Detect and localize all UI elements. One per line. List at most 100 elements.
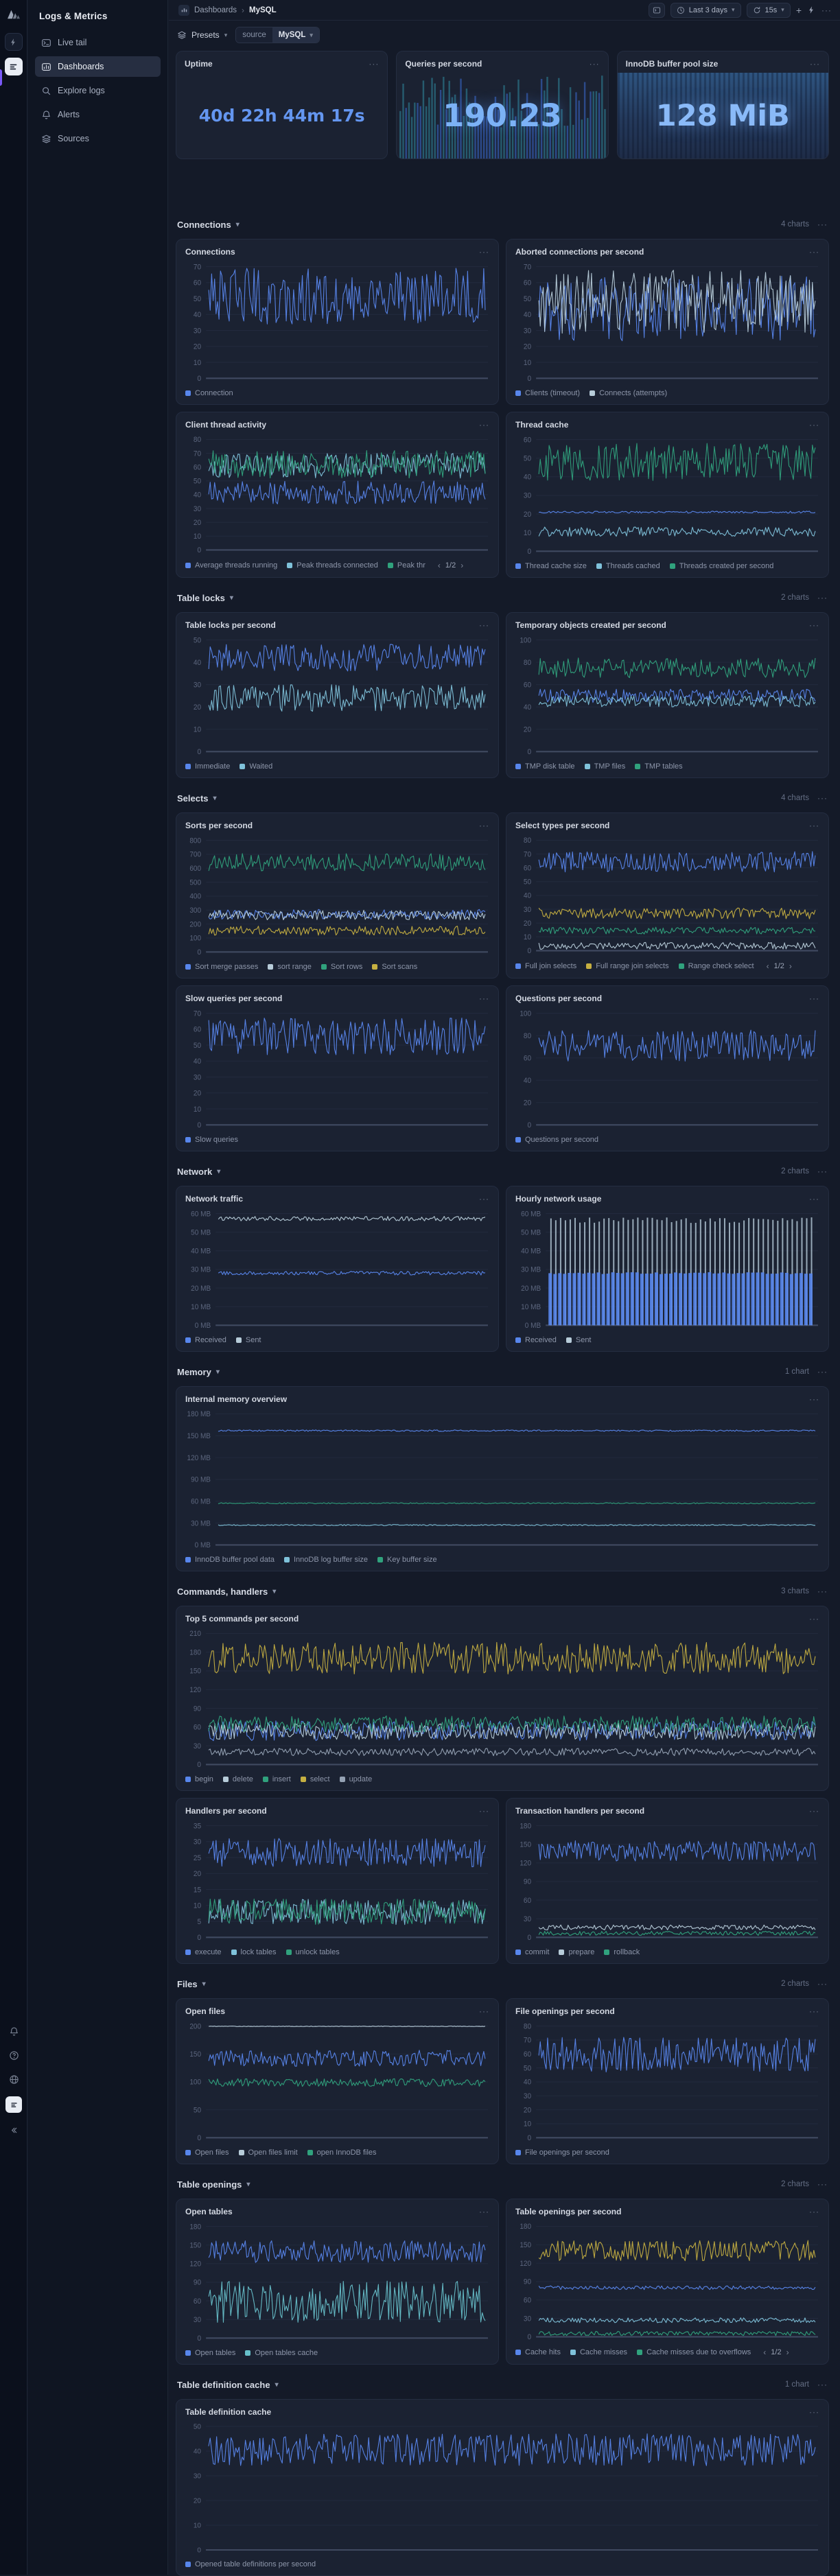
chart-plot[interactable]: 180 150 120 90 60 30 0: [515, 1820, 819, 1945]
legend-item[interactable]: Open tables cache: [245, 2349, 318, 2357]
quick-actions-button[interactable]: [807, 5, 816, 14]
legend-item[interactable]: prepare: [559, 1948, 594, 1956]
chart-plot[interactable]: 180 150 120 90 60 30 0: [185, 2221, 489, 2345]
add-panel-button[interactable]: +: [796, 5, 802, 16]
legend-next-page-button[interactable]: ›: [460, 561, 463, 570]
filter-value[interactable]: MySQL ▾: [272, 27, 319, 43]
panel-menu-button[interactable]: ···: [479, 994, 489, 1003]
legend-item[interactable]: Threads cached: [596, 562, 660, 570]
source-filter-chip[interactable]: source MySQL ▾: [235, 27, 320, 43]
panel-menu-button[interactable]: ···: [369, 60, 379, 68]
chart-plot[interactable]: 200 150 100 50 0: [185, 2020, 489, 2145]
legend-item[interactable]: Cache misses: [570, 2348, 627, 2356]
sidebar-item-alerts[interactable]: Alerts: [35, 104, 161, 125]
chart-plot[interactable]: 100 80 60 40 20 0: [515, 634, 819, 759]
legend-item[interactable]: Thread cache size: [515, 562, 587, 570]
refresh-interval-picker[interactable]: 15s ▾: [746, 2, 791, 18]
section-collapse-toggle[interactable]: Memory ▾: [177, 1367, 220, 1377]
legend-item[interactable]: Key buffer size: [377, 1556, 437, 1564]
legend-item[interactable]: Cache misses due to overflows: [637, 2348, 751, 2356]
legend-prev-page-button[interactable]: ‹: [763, 2347, 766, 2357]
panel-menu-button[interactable]: ···: [479, 1807, 489, 1815]
panel-menu-button[interactable]: ···: [809, 421, 819, 429]
legend-item[interactable]: Received: [515, 1336, 557, 1344]
presets-dropdown[interactable]: Presets ▾: [177, 30, 227, 40]
app-logo[interactable]: [0, 3, 27, 26]
legend-item[interactable]: Open files limit: [238, 2148, 298, 2157]
collapse-sidebar-icon[interactable]: [7, 2123, 21, 2137]
logs-metrics-module-icon[interactable]: [4, 58, 23, 75]
legend-item[interactable]: InnoDB log buffer size: [284, 1556, 368, 1564]
panel-menu-button[interactable]: ···: [479, 1195, 489, 1203]
legend-item[interactable]: Sent: [565, 1336, 592, 1344]
legend-item[interactable]: Peak threads connected: [287, 561, 378, 570]
chart-plot[interactable]: 100 80 60 40 20 0: [515, 1007, 819, 1132]
chart-plot[interactable]: 80 70 60 50 40 30 20 10 0: [515, 2020, 819, 2145]
globe-icon[interactable]: [7, 2072, 21, 2086]
section-collapse-toggle[interactable]: Table openings ▾: [177, 2179, 250, 2190]
legend-prev-page-button[interactable]: ‹: [767, 961, 769, 971]
legend-item[interactable]: Sort rows: [320, 963, 362, 971]
legend-item[interactable]: lock tables: [231, 1948, 277, 1956]
panel-menu-button[interactable]: ···: [809, 994, 819, 1003]
legend-next-page-button[interactable]: ›: [789, 961, 792, 971]
live-tail-button[interactable]: [648, 2, 665, 18]
legend-item[interactable]: TMP files: [584, 762, 625, 771]
legend-item[interactable]: Peak thr: [387, 561, 425, 570]
breadcrumb-dashboards-link[interactable]: Dashboards: [194, 6, 237, 14]
chart-plot[interactable]: 60 MB 50 MB 40 MB 30 MB 20 MB 10 MB 0 MB: [515, 1208, 819, 1333]
sidebar-item-sources[interactable]: Sources: [35, 128, 161, 149]
section-collapse-toggle[interactable]: Files ▾: [177, 1979, 206, 1989]
legend-item[interactable]: rollback: [604, 1948, 640, 1956]
panel-menu-button[interactable]: ···: [809, 1615, 819, 1623]
legend-item[interactable]: insert: [262, 1775, 291, 1783]
workspace-avatar[interactable]: [5, 2096, 22, 2113]
chart-plot[interactable]: 60 50 40 30 20 10 0: [515, 434, 819, 559]
section-menu-button[interactable]: ···: [817, 1167, 828, 1175]
panel-menu-button[interactable]: ···: [479, 2208, 489, 2216]
legend-item[interactable]: Open files: [185, 2148, 229, 2157]
panel-menu-button[interactable]: ···: [810, 60, 820, 68]
legend-item[interactable]: Sent: [235, 1336, 261, 1344]
legend-item[interactable]: execute: [185, 1948, 222, 1956]
panel-menu-button[interactable]: ···: [590, 60, 600, 68]
section-menu-button[interactable]: ···: [817, 594, 828, 602]
panel-menu-button[interactable]: ···: [479, 248, 489, 256]
chart-plot[interactable]: 180 MB 150 MB 120 MB 90 MB 60 MB 30 MB 0 MB: [185, 1408, 819, 1552]
chart-plot[interactable]: 70 60 50 40 30 20 10 0: [515, 261, 819, 386]
section-collapse-toggle[interactable]: Selects ▾: [177, 793, 217, 804]
panel-menu-button[interactable]: ···: [809, 248, 819, 256]
panel-menu-button[interactable]: ···: [479, 621, 489, 629]
legend-item[interactable]: Average threads running: [185, 561, 277, 570]
section-menu-button[interactable]: ···: [817, 2180, 828, 2188]
chart-plot[interactable]: 80 70 60 50 40 30 20 10 0: [185, 434, 489, 557]
legend-item[interactable]: Questions per second: [515, 1136, 598, 1144]
chart-plot[interactable]: 800 700 600 500 400 300 200 100 0: [185, 834, 489, 959]
legend-item[interactable]: Opened table definitions per second: [185, 2560, 316, 2568]
panel-menu-button[interactable]: ···: [809, 2208, 819, 2216]
section-collapse-toggle[interactable]: Commands, handlers ▾: [177, 1586, 276, 1597]
panel-menu-button[interactable]: ···: [809, 1395, 819, 1403]
legend-item[interactable]: Cache hits: [515, 2348, 561, 2356]
sidebar-item-live-tail[interactable]: Live tail: [35, 32, 161, 53]
panel-menu-button[interactable]: ···: [809, 2007, 819, 2015]
chart-plot[interactable]: 70 60 50 40 30 20 10 0: [185, 1007, 489, 1132]
panel-menu-button[interactable]: ···: [809, 1195, 819, 1203]
legend-item[interactable]: Immediate: [185, 762, 230, 771]
section-menu-button[interactable]: ···: [817, 2380, 828, 2389]
chart-plot[interactable]: 210 180 150 120 90 60 30 0: [185, 1628, 819, 1772]
legend-item[interactable]: delete: [222, 1775, 253, 1783]
legend-item[interactable]: update: [339, 1775, 372, 1783]
panel-menu-button[interactable]: ···: [809, 821, 819, 830]
section-collapse-toggle[interactable]: Connections ▾: [177, 220, 240, 230]
legend-item[interactable]: open InnoDB files: [307, 2148, 377, 2157]
panel-menu-button[interactable]: ···: [479, 421, 489, 429]
legend-item[interactable]: File openings per second: [515, 2148, 609, 2157]
chart-plot[interactable]: 80 70 60 50 40 30 20 10 0: [515, 834, 819, 958]
legend-item[interactable]: TMP disk table: [515, 762, 575, 771]
section-collapse-toggle[interactable]: Table locks ▾: [177, 593, 233, 603]
legend-item[interactable]: Threads created per second: [669, 562, 773, 570]
panel-menu-button[interactable]: ···: [809, 2408, 819, 2416]
legend-item[interactable]: Sort merge passes: [185, 963, 258, 971]
sidebar-item-explore-logs[interactable]: Explore logs: [35, 80, 161, 101]
